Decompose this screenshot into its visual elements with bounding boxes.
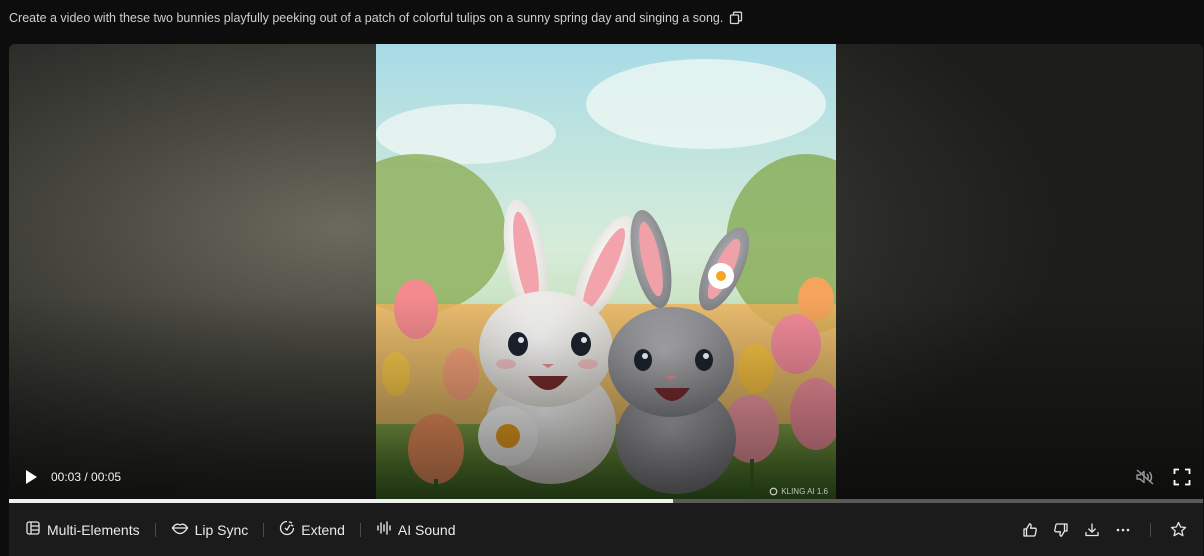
- daisy-flower: [478, 406, 538, 466]
- play-icon[interactable]: [23, 468, 39, 486]
- lip-sync-label: Lip Sync: [194, 521, 249, 538]
- video-still-image: [376, 44, 836, 500]
- star-icon[interactable]: [1170, 521, 1187, 538]
- thumbs-down-icon[interactable]: [1053, 522, 1069, 538]
- extend-icon: [279, 520, 295, 539]
- divider: [359, 522, 361, 537]
- daisy-ear: [708, 263, 734, 289]
- download-icon[interactable]: [1084, 522, 1100, 538]
- ai-sound-label: AI Sound: [397, 521, 456, 538]
- watermark-text: KLING AI 1.6: [781, 487, 828, 496]
- extend-button[interactable]: Extend: [279, 520, 345, 539]
- prompt-text: Create a video with these two bunnies pl…: [9, 11, 724, 25]
- action-list: [1022, 521, 1187, 538]
- tool-list: Multi-Elements Lip Sync Extend AI Sound: [25, 520, 456, 539]
- prompt-bar: Create a video with these two bunnies pl…: [9, 9, 743, 27]
- thumbs-up-icon[interactable]: [1022, 522, 1038, 538]
- watermark: KLING AI 1.6: [769, 487, 828, 496]
- divider: [1150, 522, 1151, 537]
- video-frame: KLING AI 1.6: [376, 44, 836, 500]
- ai-sound-button[interactable]: AI Sound: [376, 520, 456, 539]
- kling-logo-icon: [769, 487, 778, 496]
- sound-wave-icon: [376, 520, 392, 539]
- copy-icon[interactable]: [729, 11, 743, 25]
- player-controls-left: 00:03 / 00:05: [23, 468, 121, 486]
- fullscreen-icon[interactable]: [1173, 468, 1191, 486]
- player-controls-right: [1135, 468, 1191, 486]
- multi-elements-icon: [25, 520, 41, 539]
- divider: [154, 522, 156, 537]
- lips-icon: [171, 521, 189, 538]
- multi-elements-label: Multi-Elements: [47, 521, 140, 538]
- extend-label: Extend: [301, 521, 345, 538]
- time-display: 00:03 / 00:05: [51, 470, 122, 484]
- lip-sync-button[interactable]: Lip Sync: [171, 521, 249, 538]
- multi-elements-button[interactable]: Multi-Elements: [25, 520, 140, 539]
- bottom-toolbar: Multi-Elements Lip Sync Extend AI Sound: [9, 503, 1203, 556]
- more-icon[interactable]: [1115, 522, 1131, 538]
- video-player[interactable]: KLING AI 1.6 00:03 / 00:05: [9, 44, 1203, 504]
- divider: [263, 522, 265, 537]
- mute-icon[interactable]: [1135, 468, 1155, 486]
